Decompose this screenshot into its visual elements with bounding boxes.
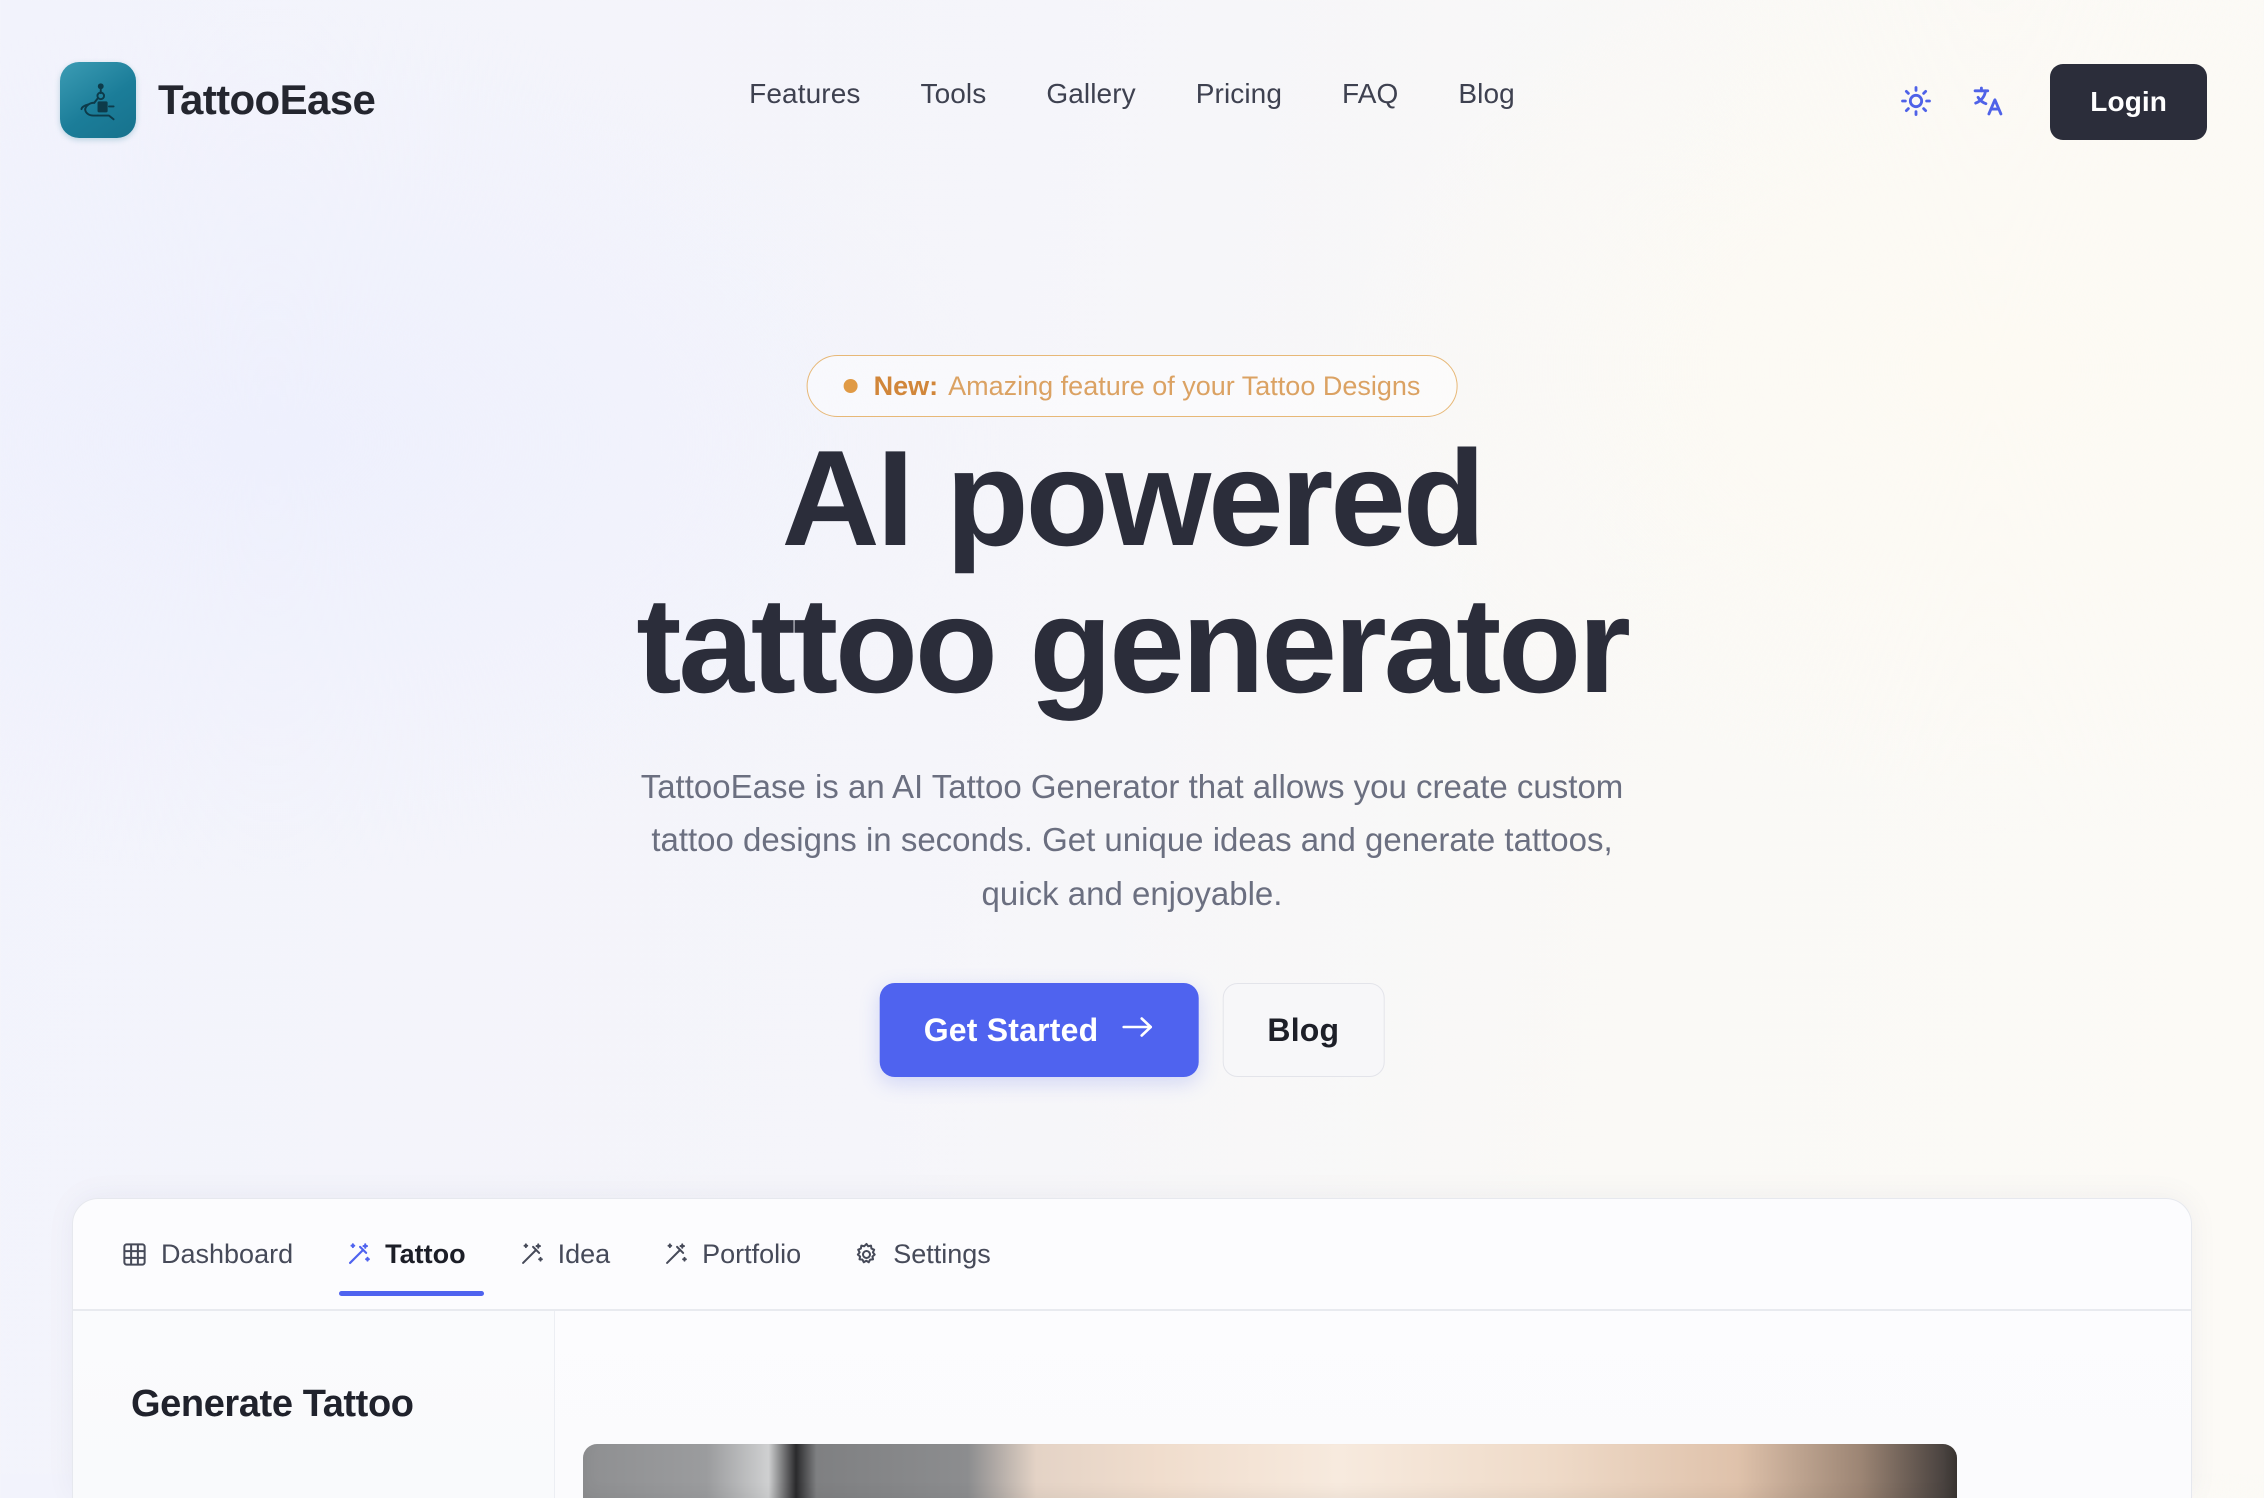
brand-name: TattooEase <box>158 76 376 123</box>
announcement-badge[interactable]: New: Amazing feature of your Tattoo Desi… <box>806 355 1458 417</box>
headline-line-2: tattoo generator <box>636 568 1631 721</box>
badge-dot-icon <box>843 379 858 393</box>
nav-item-gallery[interactable]: Gallery <box>1016 78 1165 110</box>
magic-wand-icon <box>345 1241 372 1268</box>
gear-icon <box>853 1241 880 1268</box>
magic-wand-icon <box>518 1241 545 1268</box>
translate-icon <box>1970 83 2006 122</box>
theme-toggle-button[interactable] <box>1880 66 1952 138</box>
nav-item-faq[interactable]: FAQ <box>1312 78 1428 110</box>
sun-icon <box>1899 84 1933 121</box>
tab-label: Settings <box>893 1239 991 1269</box>
panel-title: Generate Tattoo <box>131 1383 414 1425</box>
hero-subtitle: TattooEase is an AI Tattoo Generator tha… <box>640 768 1624 912</box>
nav-item-tools[interactable]: Tools <box>890 78 1016 110</box>
language-toggle-button[interactable] <box>1952 66 2024 138</box>
site-header: TattooEase Features Tools Gallery Pricin… <box>0 0 2264 204</box>
blog-button[interactable]: Blog <box>1222 983 1385 1077</box>
badge-new-label: New: <box>873 370 939 401</box>
tab-label: Portfolio <box>702 1239 802 1269</box>
magic-wand-icon <box>662 1241 689 1268</box>
tab-label: Dashboard <box>161 1239 294 1269</box>
tab-label: Idea <box>557 1239 611 1269</box>
brand-logo[interactable]: TattooEase <box>60 62 376 138</box>
main-nav: Features Tools Gallery Pricing FAQ Blog <box>719 78 1545 110</box>
get-started-button[interactable]: Get Started <box>879 983 1199 1077</box>
tab-portfolio[interactable]: Portfolio <box>636 1239 827 1296</box>
tattoo-preview-image <box>583 1444 1957 1498</box>
app-tabs: Dashboard Tattoo Idea Portfolio Settings <box>121 1239 1017 1296</box>
cta-row: Get Started Blog <box>879 983 1385 1077</box>
headline-line-1: AI powered <box>781 422 1486 574</box>
tab-idea[interactable]: Idea <box>492 1239 637 1296</box>
tab-label: Tattoo <box>385 1239 466 1269</box>
nav-item-pricing[interactable]: Pricing <box>1166 78 1312 110</box>
tattoo-machine-icon <box>60 62 136 138</box>
get-started-label: Get Started <box>923 1011 1099 1048</box>
nav-item-blog[interactable]: Blog <box>1428 78 1544 110</box>
badge-text: Amazing feature of your Tattoo Designs <box>948 370 1421 401</box>
tab-dashboard[interactable]: Dashboard <box>121 1239 319 1296</box>
arrow-right-icon <box>1120 1012 1154 1049</box>
tab-settings[interactable]: Settings <box>827 1239 1017 1296</box>
grid-icon <box>121 1241 148 1268</box>
tab-tattoo[interactable]: Tattoo <box>319 1239 491 1296</box>
page-title: AI powered tattoo generator <box>0 425 2264 719</box>
header-actions: Login <box>1880 64 2207 140</box>
app-preview-card: Dashboard Tattoo Idea Portfolio Settings… <box>72 1198 2192 1498</box>
nav-item-features[interactable]: Features <box>719 78 890 110</box>
login-button[interactable]: Login <box>2050 64 2207 140</box>
